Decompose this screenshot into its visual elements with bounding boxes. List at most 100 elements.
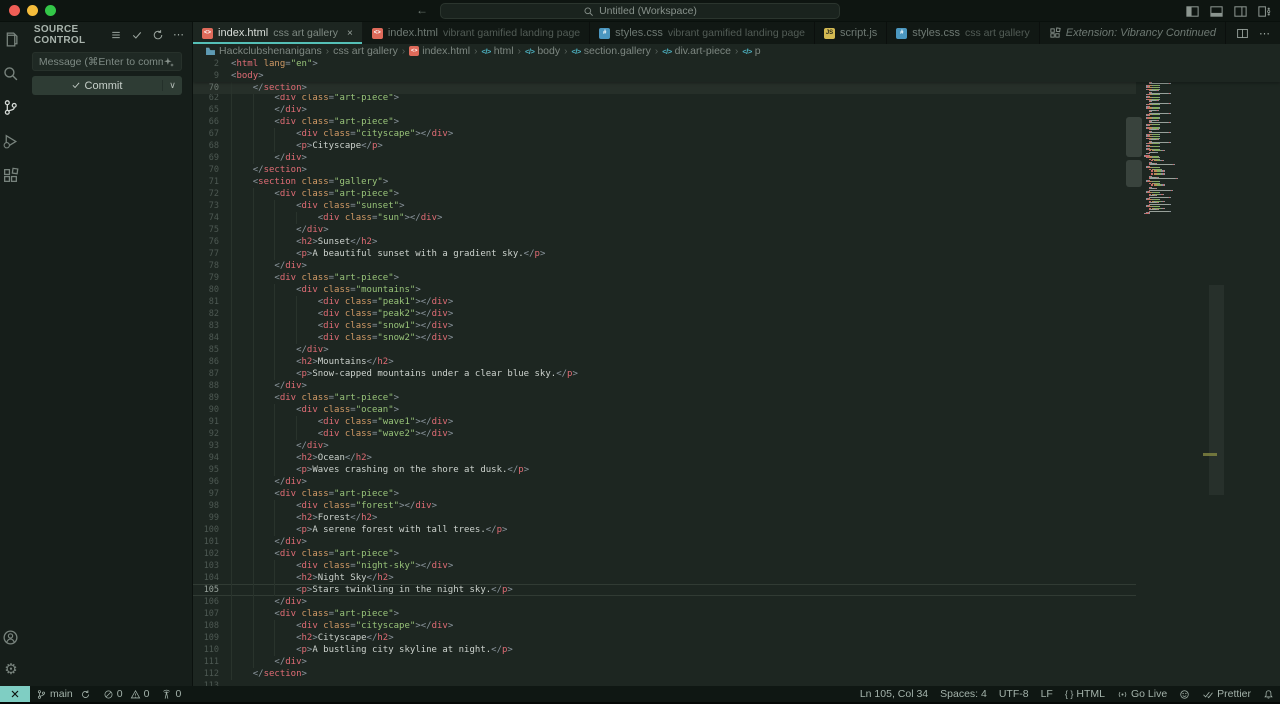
code-line-101[interactable]: 101 </div> — [193, 536, 1280, 548]
code-line-82[interactable]: 82 <div class="peak2"></div> — [193, 308, 1280, 320]
ports-status[interactable]: 0 — [155, 686, 187, 702]
breadcrumb-item-div.art-piece[interactable]: </>div.art-piece — [662, 45, 731, 57]
tab-script.js[interactable]: JSscript.js — [815, 22, 887, 44]
tab-index.html[interactable]: <>index.htmlvibrant gamified landing pag… — [363, 22, 590, 44]
code-line-103[interactable]: 103 <div class="night-sky"></div> — [193, 560, 1280, 572]
code-editor[interactable]: 2<html lang="en">9<body>70 </section>62 … — [193, 58, 1280, 686]
commit-dropdown-button[interactable]: ∨ — [162, 80, 182, 91]
problems-status[interactable]: 0 0 — [97, 686, 156, 702]
code-line-97[interactable]: 97 <div class="art-piece"> — [193, 488, 1280, 500]
code-line-95[interactable]: 95 <p>Waves crashing on the shore at dus… — [193, 464, 1280, 476]
code-line-96[interactable]: 96 </div> — [193, 476, 1280, 488]
code-line-110[interactable]: 110 <p>A bustling city skyline at night.… — [193, 644, 1280, 656]
prettier-status[interactable]: Prettier — [1196, 688, 1257, 700]
code-line-108[interactable]: 108 <div class="cityscape"></div> — [193, 620, 1280, 632]
breadcrumb-item-css-art-gallery[interactable]: css art gallery — [333, 45, 398, 57]
code-line-79[interactable]: 79 <div class="art-piece"> — [193, 272, 1280, 284]
code-line-67[interactable]: 67 <div class="cityscape"></div> — [193, 128, 1280, 140]
search-view-icon[interactable] — [2, 64, 20, 82]
code-line-9[interactable]: 9<body> — [193, 70, 1280, 82]
source-control-icon[interactable] — [2, 98, 20, 116]
partially-scrolled-line[interactable]: 62 <div class="art-piece"> — [193, 94, 1280, 104]
refresh-icon[interactable] — [152, 29, 164, 41]
code-line-94[interactable]: 94 <h2>Ocean</h2> — [193, 452, 1280, 464]
encoding-status[interactable]: UTF-8 — [993, 688, 1035, 700]
commit-message-input[interactable]: Message (⌘Enter to commit on "main") — [32, 52, 182, 71]
run-debug-icon[interactable] — [2, 132, 20, 150]
code-line-99[interactable]: 99 <h2>Forest</h2> — [193, 512, 1280, 524]
code-line-86[interactable]: 86 <h2>Mountains</h2> — [193, 356, 1280, 368]
code-line-102[interactable]: 102 <div class="art-piece"> — [193, 548, 1280, 560]
code-line-81[interactable]: 81 <div class="peak1"></div> — [193, 296, 1280, 308]
split-editor-icon[interactable] — [1236, 27, 1249, 40]
minimap-slider[interactable] — [1126, 160, 1142, 187]
breadcrumb-item-index.html[interactable]: <>index.html — [409, 45, 470, 57]
code-line-75[interactable]: 75 </div> — [193, 224, 1280, 236]
code-line-88[interactable]: 88 </div> — [193, 380, 1280, 392]
close-window-button[interactable] — [9, 5, 20, 16]
feedback-button[interactable] — [1173, 689, 1196, 700]
language-mode[interactable]: { } HTML — [1059, 688, 1111, 700]
code-line-100[interactable]: 100 <p>A serene forest with tall trees.<… — [193, 524, 1280, 536]
commit-action-icon[interactable] — [131, 29, 143, 41]
editor-scrollbar[interactable] — [1209, 285, 1224, 495]
tab-styles.css[interactable]: #styles.cssvibrant gamified landing page — [590, 22, 815, 44]
command-center-search[interactable]: Untitled (Workspace) — [440, 3, 840, 19]
toggle-primary-sidebar-icon[interactable] — [1185, 4, 1200, 19]
commit-button[interactable]: Commit ∨ — [32, 76, 182, 95]
code-line-62[interactable]: 62 <div class="art-piece"> — [193, 94, 1280, 104]
breadcrumb-item-html[interactable]: </>html — [481, 45, 513, 57]
breadcrumb-item-p[interactable]: </>p — [742, 45, 760, 57]
code-line-91[interactable]: 91 <div class="wave1"></div> — [193, 416, 1280, 428]
customize-layout-icon[interactable] — [1257, 4, 1272, 19]
history-back-icon[interactable]: ← — [414, 3, 430, 17]
account-icon[interactable] — [2, 628, 20, 646]
code-line-112[interactable]: 112 </section> — [193, 668, 1280, 680]
code-line-66[interactable]: 66 <div class="art-piece"> — [193, 116, 1280, 128]
minimize-window-button[interactable] — [27, 5, 38, 16]
editor-more-actions-icon[interactable]: ⋯ — [1259, 27, 1270, 40]
code-line-89[interactable]: 89 <div class="art-piece"> — [193, 392, 1280, 404]
code-line-71[interactable]: 71 <section class="gallery"> — [193, 176, 1280, 188]
code-line-69[interactable]: 69 </div> — [193, 152, 1280, 164]
notifications-bell[interactable] — [1257, 689, 1280, 700]
code-line-105[interactable]: 105 <p>Stars twinkling in the night sky.… — [193, 584, 1280, 596]
cursor-position[interactable]: Ln 105, Col 34 — [854, 688, 934, 700]
code-line-111[interactable]: 111 </div> — [193, 656, 1280, 668]
code-line-68[interactable]: 68 <p>Cityscape</p> — [193, 140, 1280, 152]
extensions-icon[interactable] — [2, 166, 20, 184]
tab-styles.css[interactable]: #styles.csscss art gallery — [887, 22, 1039, 44]
tab-index.html[interactable]: <>index.htmlcss art gallery× — [193, 22, 363, 44]
code-line-72[interactable]: 72 <div class="art-piece"> — [193, 188, 1280, 200]
code-line-87[interactable]: 87 <p>Snow-capped mountains under a clea… — [193, 368, 1280, 380]
code-line-78[interactable]: 78 </div> — [193, 260, 1280, 272]
code-line-2[interactable]: 2<html lang="en"> — [193, 58, 1280, 70]
breadcrumb-item-body[interactable]: </>body — [525, 45, 560, 57]
breadcrumb-item-section.gallery[interactable]: </>section.gallery — [571, 45, 650, 57]
code-line-107[interactable]: 107 <div class="art-piece"> — [193, 608, 1280, 620]
git-branch-status[interactable]: main — [30, 686, 97, 702]
code-line-98[interactable]: 98 <div class="forest"></div> — [193, 500, 1280, 512]
tab-extension-vibrancy-continued[interactable]: Extension: Vibrancy Continued — [1040, 22, 1226, 44]
code-line-85[interactable]: 85 </div> — [193, 344, 1280, 356]
minimap-slider[interactable] — [1126, 117, 1142, 157]
code-line-70[interactable]: 70 </section> — [193, 164, 1280, 176]
code-line-84[interactable]: 84 <div class="snow2"></div> — [193, 332, 1280, 344]
indentation-status[interactable]: Spaces: 4 — [934, 688, 993, 700]
eol-status[interactable]: LF — [1035, 688, 1059, 700]
close-tab-icon[interactable]: × — [347, 28, 353, 39]
code-line-77[interactable]: 77 <p>A beautiful sunset with a gradient… — [193, 248, 1280, 260]
more-actions-icon[interactable]: ⋯ — [173, 30, 184, 41]
code-line-83[interactable]: 83 <div class="snow1"></div> — [193, 320, 1280, 332]
code-line-106[interactable]: 106 </div> — [193, 596, 1280, 608]
code-line-109[interactable]: 109 <h2>Cityscape</h2> — [193, 632, 1280, 644]
settings-gear-icon[interactable]: ⚙ — [2, 660, 20, 678]
code-line-93[interactable]: 93 </div> — [193, 440, 1280, 452]
explorer-icon[interactable] — [2, 30, 20, 48]
code-line-73[interactable]: 73 <div class="sunset"> — [193, 200, 1280, 212]
sticky-scroll[interactable]: 2<html lang="en">9<body> — [193, 58, 1280, 82]
code-line-76[interactable]: 76 <h2>Sunset</h2> — [193, 236, 1280, 248]
view-sort-icon[interactable] — [110, 29, 122, 41]
toggle-panel-icon[interactable] — [1209, 4, 1224, 19]
code-line-70[interactable]: 70 </section> — [193, 82, 1280, 94]
